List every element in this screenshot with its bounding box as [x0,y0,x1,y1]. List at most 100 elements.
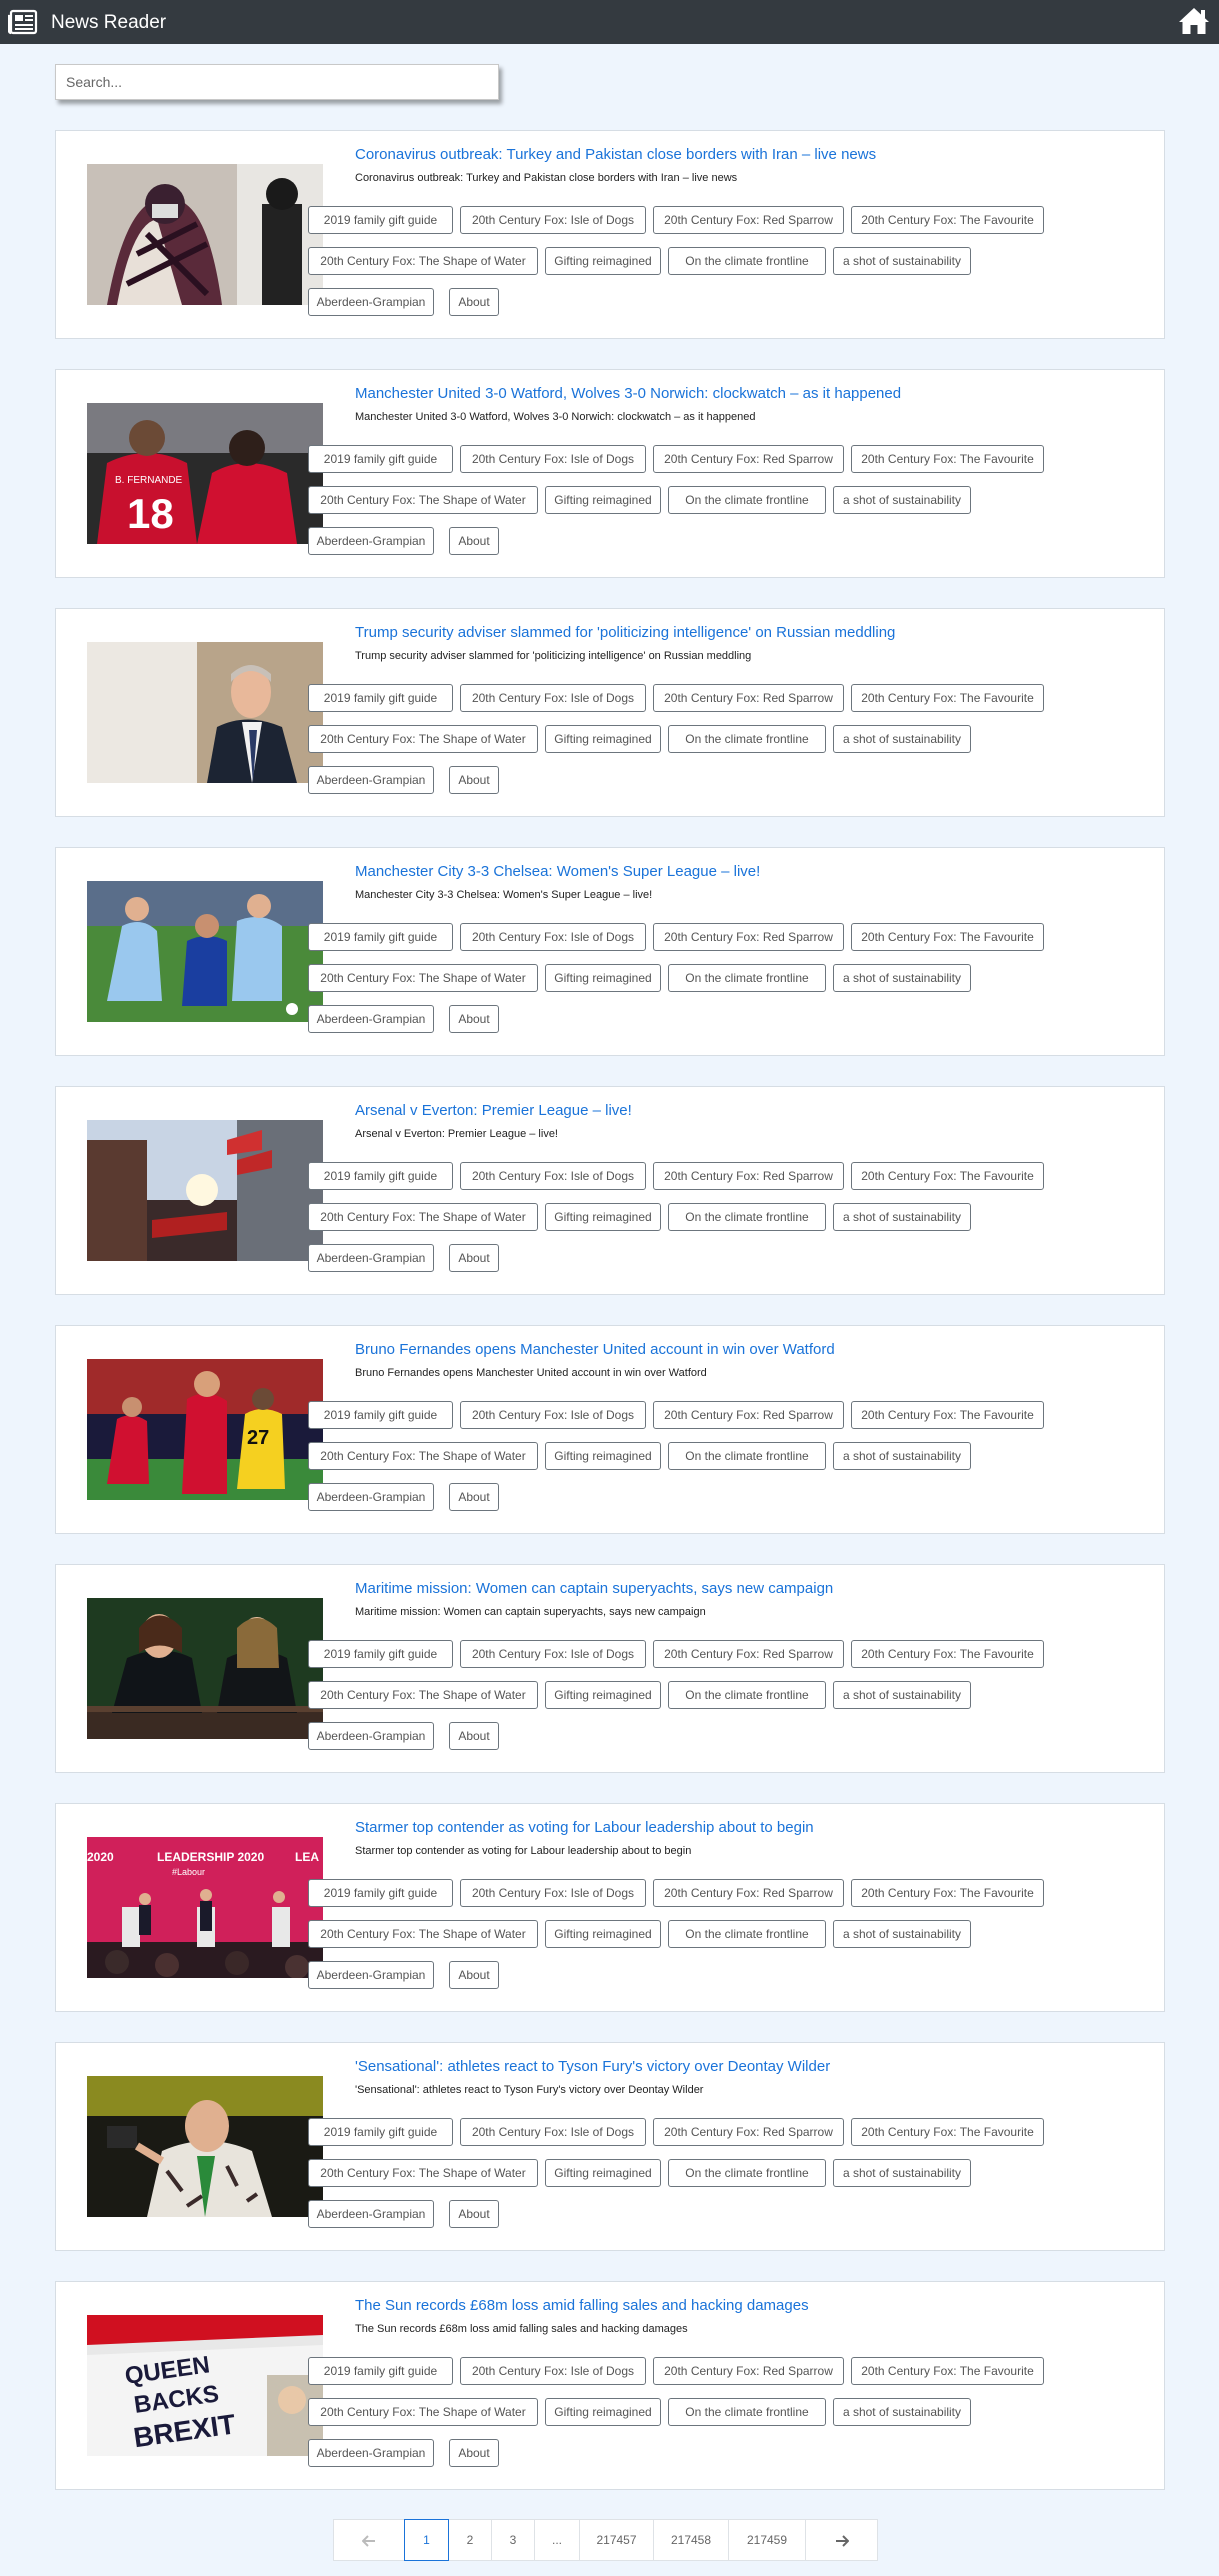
tag-button[interactable]: 20th Century Fox: The Favourite [851,445,1044,473]
tag-button[interactable]: 20th Century Fox: The Favourite [851,1401,1044,1429]
tag-button[interactable]: 2019 family gift guide [308,923,453,951]
goal-celebration-photo[interactable]: 27 [87,1359,323,1500]
tag-button[interactable]: Aberdeen-Grampian [308,1244,434,1272]
tag-button[interactable]: 2019 family gift guide [308,1162,453,1190]
tag-button[interactable]: 20th Century Fox: The Favourite [851,206,1044,234]
article-title-link[interactable]: The Sun records £68m loss amid falling s… [355,2297,809,2314]
tag-button[interactable]: 20th Century Fox: Isle of Dogs [460,2118,646,2146]
womens-football-photo[interactable] [87,881,323,1022]
tag-button[interactable]: On the climate frontline [668,247,826,275]
tag-button[interactable]: Aberdeen-Grampian [308,288,434,316]
tag-button[interactable]: About [449,2439,499,2467]
tag-button[interactable]: Gifting reimagined [545,1681,661,1709]
tag-button[interactable]: Gifting reimagined [545,964,661,992]
tag-button[interactable]: 20th Century Fox: Isle of Dogs [460,1879,646,1907]
two-women-photo[interactable] [87,1598,323,1739]
article-title-link[interactable]: Manchester City 3-3 Chelsea: Women's Sup… [355,863,760,880]
tag-button[interactable]: On the climate frontline [668,725,826,753]
tag-button[interactable]: 20th Century Fox: Isle of Dogs [460,206,646,234]
tag-button[interactable]: 2019 family gift guide [308,684,453,712]
tag-button[interactable]: Gifting reimagined [545,2398,661,2426]
tag-button[interactable]: Aberdeen-Grampian [308,2200,434,2228]
tag-button[interactable]: 20th Century Fox: The Shape of Water [308,1442,538,1470]
tag-button[interactable]: 20th Century Fox: The Shape of Water [308,247,538,275]
tag-button[interactable]: Gifting reimagined [545,2159,661,2187]
tag-button[interactable]: On the climate frontline [668,1442,826,1470]
article-title-link[interactable]: Coronavirus outbreak: Turkey and Pakista… [355,146,876,163]
tag-button[interactable]: 20th Century Fox: The Favourite [851,684,1044,712]
tag-button[interactable]: About [449,1722,499,1750]
tag-button[interactable]: Aberdeen-Grampian [308,1722,434,1750]
pagination-page-1[interactable]: 1 [404,2519,449,2561]
tag-button[interactable]: 20th Century Fox: The Favourite [851,1879,1044,1907]
tag-button[interactable]: a shot of sustainability [833,2159,971,2187]
tag-button[interactable]: 20th Century Fox: Red Sparrow [653,1640,844,1668]
search-input[interactable] [55,64,499,100]
tag-button[interactable]: Gifting reimagined [545,725,661,753]
tag-button[interactable]: 20th Century Fox: Isle of Dogs [460,1401,646,1429]
tag-button[interactable]: About [449,2200,499,2228]
tag-button[interactable]: 20th Century Fox: Red Sparrow [653,2357,844,2385]
boxer-photo[interactable] [87,2076,323,2217]
tag-button[interactable]: 20th Century Fox: The Favourite [851,1640,1044,1668]
tag-button[interactable]: 20th Century Fox: Red Sparrow [653,2118,844,2146]
tag-button[interactable]: 20th Century Fox: The Shape of Water [308,486,538,514]
tag-button[interactable]: Gifting reimagined [545,486,661,514]
tag-button[interactable]: 20th Century Fox: Red Sparrow [653,684,844,712]
article-title-link[interactable]: Bruno Fernandes opens Manchester United … [355,1341,835,1358]
tag-button[interactable]: On the climate frontline [668,2398,826,2426]
labour-hustings-photo[interactable]: LEADERSHIP 2020 #Labour 2020 LEA [87,1837,323,1978]
tag-button[interactable]: 20th Century Fox: The Shape of Water [308,2159,538,2187]
tag-button[interactable]: 20th Century Fox: The Favourite [851,1162,1044,1190]
pagination-page-3[interactable]: 3 [491,2519,535,2561]
tag-button[interactable]: 20th Century Fox: The Shape of Water [308,964,538,992]
tag-button[interactable]: About [449,766,499,794]
tag-button[interactable]: a shot of sustainability [833,1681,971,1709]
tag-button[interactable]: 20th Century Fox: Red Sparrow [653,445,844,473]
tag-button[interactable]: 20th Century Fox: The Shape of Water [308,1920,538,1948]
tag-button[interactable]: 2019 family gift guide [308,2118,453,2146]
tag-button[interactable]: Aberdeen-Grampian [308,527,434,555]
home-icon[interactable] [1178,6,1210,36]
stadium-street-photo[interactable] [87,1120,323,1261]
masked-women-photo[interactable] [87,164,323,305]
tag-button[interactable]: Gifting reimagined [545,247,661,275]
tag-button[interactable]: 2019 family gift guide [308,1640,453,1668]
newspapers-photo[interactable]: QUEEN BACKS BREXIT [87,2315,323,2456]
tag-button[interactable]: On the climate frontline [668,1681,826,1709]
tag-button[interactable]: 20th Century Fox: Isle of Dogs [460,2357,646,2385]
article-title-link[interactable]: Maritime mission: Women can captain supe… [355,1580,833,1597]
adviser-portrait-photo[interactable] [87,642,323,783]
tag-button[interactable]: 20th Century Fox: Red Sparrow [653,1401,844,1429]
article-title-link[interactable]: 'Sensational': athletes react to Tyson F… [355,2058,830,2075]
tag-button[interactable]: About [449,1005,499,1033]
tag-button[interactable]: About [449,288,499,316]
tag-button[interactable]: a shot of sustainability [833,247,971,275]
tag-button[interactable]: a shot of sustainability [833,1442,971,1470]
tag-button[interactable]: Gifting reimagined [545,1442,661,1470]
pagination-page-2[interactable]: 2 [448,2519,492,2561]
tag-button[interactable]: About [449,1244,499,1272]
tag-button[interactable]: 2019 family gift guide [308,1879,453,1907]
tag-button[interactable]: 20th Century Fox: The Favourite [851,2118,1044,2146]
tag-button[interactable]: Gifting reimagined [545,1920,661,1948]
article-title-link[interactable]: Manchester United 3-0 Watford, Wolves 3-… [355,385,901,402]
tag-button[interactable]: On the climate frontline [668,964,826,992]
pagination-next-button[interactable] [805,2519,878,2561]
tag-button[interactable]: a shot of sustainability [833,2398,971,2426]
tag-button[interactable]: On the climate frontline [668,2159,826,2187]
tag-button[interactable]: Aberdeen-Grampian [308,2439,434,2467]
tag-button[interactable]: Aberdeen-Grampian [308,1961,434,1989]
tag-button[interactable]: 20th Century Fox: The Favourite [851,2357,1044,2385]
tag-button[interactable]: a shot of sustainability [833,964,971,992]
tag-button[interactable]: Aberdeen-Grampian [308,1483,434,1511]
tag-button[interactable]: a shot of sustainability [833,486,971,514]
tag-button[interactable]: 20th Century Fox: Isle of Dogs [460,684,646,712]
tag-button[interactable]: 20th Century Fox: Red Sparrow [653,1162,844,1190]
tag-button[interactable]: Aberdeen-Grampian [308,1005,434,1033]
article-title-link[interactable]: Starmer top contender as voting for Labo… [355,1819,814,1836]
tag-button[interactable]: 20th Century Fox: Red Sparrow [653,1879,844,1907]
tag-button[interactable]: On the climate frontline [668,486,826,514]
tag-button[interactable]: 20th Century Fox: Isle of Dogs [460,1640,646,1668]
tag-button[interactable]: On the climate frontline [668,1203,826,1231]
